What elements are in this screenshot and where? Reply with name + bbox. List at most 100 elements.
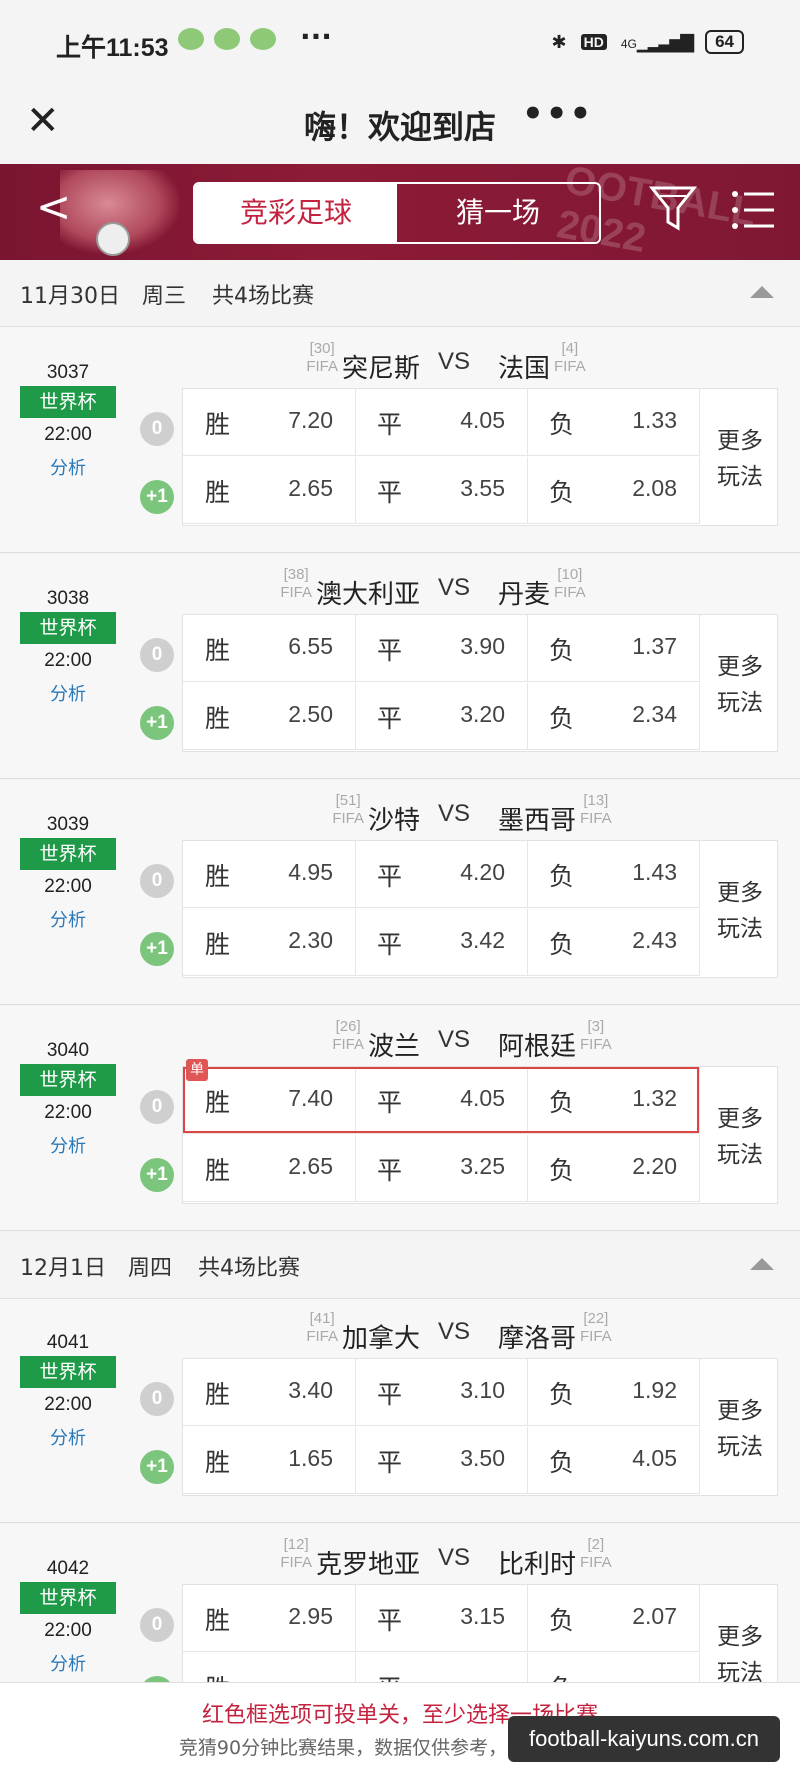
date-header[interactable]: 11月30日 周三 共4场比赛 bbox=[0, 260, 800, 327]
odds-cell-win[interactable]: 胜 2.95 bbox=[183, 1585, 356, 1652]
handicap-plus-one-icon: +1 bbox=[140, 1158, 174, 1192]
more-plays-button[interactable]: 更多玩法 bbox=[705, 841, 777, 977]
odds-cell-win[interactable]: 胜 2.30 bbox=[183, 909, 356, 976]
more-plays-button[interactable]: 更多玩法 bbox=[705, 1359, 777, 1495]
odds-cell-draw[interactable]: 平 3.10 bbox=[355, 1359, 528, 1426]
away-team[interactable]: 墨西哥 bbox=[498, 800, 576, 837]
match-number: 4041 bbox=[46, 1332, 90, 1353]
odds-cell-lose[interactable]: 负 2.08 bbox=[527, 457, 700, 524]
odds-value: 1.43 bbox=[632, 859, 677, 885]
vs-label: VS bbox=[438, 800, 471, 827]
odds-cell-draw[interactable]: 平 3.55 bbox=[355, 457, 528, 524]
away-team[interactable]: 丹麦 bbox=[498, 574, 550, 611]
analysis-link[interactable]: 分析 bbox=[20, 680, 116, 706]
odds-value: 6.55 bbox=[288, 633, 333, 659]
match-number: 3039 bbox=[46, 814, 90, 835]
menu-list-icon[interactable] bbox=[730, 186, 776, 234]
odds-value: 2.65 bbox=[288, 1153, 333, 1179]
odds-cell-win[interactable]: 胜 2.65 bbox=[183, 457, 356, 524]
outcome-label: 胜 bbox=[205, 930, 231, 959]
odds-cell-draw[interactable]: 平 4.20 bbox=[355, 841, 528, 908]
more-notifications-icon: ··· bbox=[300, 20, 332, 53]
collapse-icon[interactable] bbox=[750, 286, 774, 298]
odds-cell-lose[interactable]: 负 2.43 bbox=[527, 909, 700, 976]
teams-line: [51] FIFA 沙特 VS 墨西哥 [13] FIFA bbox=[180, 790, 760, 840]
away-team[interactable]: 法国 bbox=[498, 348, 550, 385]
vs-label: VS bbox=[438, 1026, 471, 1053]
handicap-plus-one-icon: +1 bbox=[140, 706, 174, 740]
odds-cell-lose[interactable]: 负 1.92 bbox=[527, 1359, 700, 1426]
more-plays-button[interactable]: 更多玩法 bbox=[705, 615, 777, 751]
league-badge: 世界杯 bbox=[20, 1356, 116, 1388]
tab-guess-one[interactable]: 猜一场 bbox=[397, 184, 599, 242]
odds-cell-win[interactable]: 胜 2.65 bbox=[183, 1135, 356, 1202]
collapse-icon[interactable] bbox=[750, 1258, 774, 1270]
odds-cell-lose[interactable]: 负 1.43 bbox=[527, 841, 700, 908]
odds-value: 4.05 bbox=[460, 407, 505, 433]
analysis-link[interactable]: 分析 bbox=[20, 1132, 116, 1158]
odds-cell-lose[interactable]: 负 2.07 bbox=[527, 1585, 700, 1652]
outcome-label: 胜 bbox=[205, 1380, 231, 1409]
kickoff-time: 22:00 bbox=[44, 1102, 92, 1123]
odds-cell-lose[interactable]: 负 2.34 bbox=[527, 683, 700, 750]
home-team[interactable]: 克罗地亚 bbox=[316, 1544, 420, 1581]
filter-icon[interactable] bbox=[648, 182, 698, 236]
odds-cell-draw[interactable]: 平 3.20 bbox=[355, 683, 528, 750]
match-number: 3038 bbox=[46, 588, 90, 609]
teams-line: [12] FIFA 克罗地亚 VS 比利时 [2] FIFA bbox=[180, 1534, 760, 1584]
more-plays-button[interactable]: 更多玩法 bbox=[705, 1067, 777, 1203]
odds-cell-win[interactable]: 胜 7.20 bbox=[183, 389, 356, 456]
home-team[interactable]: 澳大利亚 bbox=[316, 574, 420, 611]
odds-cell-win[interactable]: 胜 3.40 bbox=[183, 1359, 356, 1426]
vs-label: VS bbox=[438, 348, 471, 375]
odds-cell-draw[interactable]: 平 3.90 bbox=[355, 615, 528, 682]
odds-cell-win[interactable]: 胜 2.50 bbox=[183, 683, 356, 750]
away-fifa-rank: [10] FIFA bbox=[554, 566, 586, 601]
more-plays-button[interactable]: 更多玩法 bbox=[705, 389, 777, 525]
odds-cell-lose[interactable]: 负 2.20 bbox=[527, 1135, 700, 1202]
outcome-label: 负 bbox=[549, 1380, 575, 1409]
analysis-link[interactable]: 分析 bbox=[20, 1650, 116, 1676]
outcome-label: 胜 bbox=[205, 410, 231, 439]
date-header[interactable]: 12月1日 周四 共4场比赛 bbox=[0, 1232, 800, 1299]
outcome-label: 胜 bbox=[205, 636, 231, 665]
odds-cell-draw[interactable]: 平 3.15 bbox=[355, 1585, 528, 1652]
outcome-label: 负 bbox=[549, 410, 575, 439]
odds-cell-win[interactable]: 胜 4.95 bbox=[183, 841, 356, 908]
bluetooth-icon: ✱ bbox=[551, 31, 567, 52]
analysis-link[interactable]: 分析 bbox=[20, 454, 116, 480]
handicap-zero-icon: 0 bbox=[140, 1090, 174, 1124]
outcome-label: 负 bbox=[549, 930, 575, 959]
odds-cell-win[interactable]: 胜 6.55 bbox=[183, 615, 356, 682]
odds-cell-lose[interactable]: 负 4.05 bbox=[527, 1427, 700, 1494]
vs-label: VS bbox=[438, 574, 471, 601]
back-icon[interactable]: < bbox=[36, 182, 71, 231]
teams-line: [30] FIFA 突尼斯 VS 法国 [4] FIFA bbox=[180, 338, 760, 388]
home-team[interactable]: 沙特 bbox=[368, 800, 420, 837]
outcome-label: 胜 bbox=[205, 704, 231, 733]
odds-cell-draw[interactable]: 平 3.50 bbox=[355, 1427, 528, 1494]
analysis-link[interactable]: 分析 bbox=[20, 906, 116, 932]
home-team[interactable]: 加拿大 bbox=[342, 1318, 420, 1355]
analysis-link[interactable]: 分析 bbox=[20, 1424, 116, 1450]
tab-jingcai[interactable]: 竞彩足球 bbox=[195, 184, 397, 242]
header-banner: OOTBALL 2022 < 竞彩足球 猜一场 bbox=[0, 164, 800, 260]
odds-cell-draw[interactable]: 平 3.42 bbox=[355, 909, 528, 976]
home-team[interactable]: 波兰 bbox=[368, 1026, 420, 1063]
odds-cell-lose[interactable]: 负 1.33 bbox=[527, 389, 700, 456]
odds-value: 7.20 bbox=[288, 407, 333, 433]
handicap-zero-icon: 0 bbox=[140, 412, 174, 446]
home-fifa-rank: [12] FIFA bbox=[280, 1536, 312, 1571]
home-fifa-rank: [26] FIFA bbox=[332, 1018, 364, 1053]
home-team[interactable]: 突尼斯 bbox=[342, 348, 420, 385]
odds-cell-draw[interactable]: 平 3.25 bbox=[355, 1135, 528, 1202]
away-team[interactable]: 摩洛哥 bbox=[498, 1318, 576, 1355]
odds-value: 2.65 bbox=[288, 475, 333, 501]
outcome-label: 平 bbox=[377, 930, 403, 959]
odds-cell-lose[interactable]: 负 1.37 bbox=[527, 615, 700, 682]
odds-cell-draw[interactable]: 平 4.05 bbox=[355, 389, 528, 456]
away-team[interactable]: 阿根廷 bbox=[498, 1026, 576, 1063]
away-team[interactable]: 比利时 bbox=[498, 1544, 576, 1581]
odds-cell-win[interactable]: 胜 1.65 bbox=[183, 1427, 356, 1494]
single-bet-badge: 单 bbox=[186, 1059, 208, 1081]
